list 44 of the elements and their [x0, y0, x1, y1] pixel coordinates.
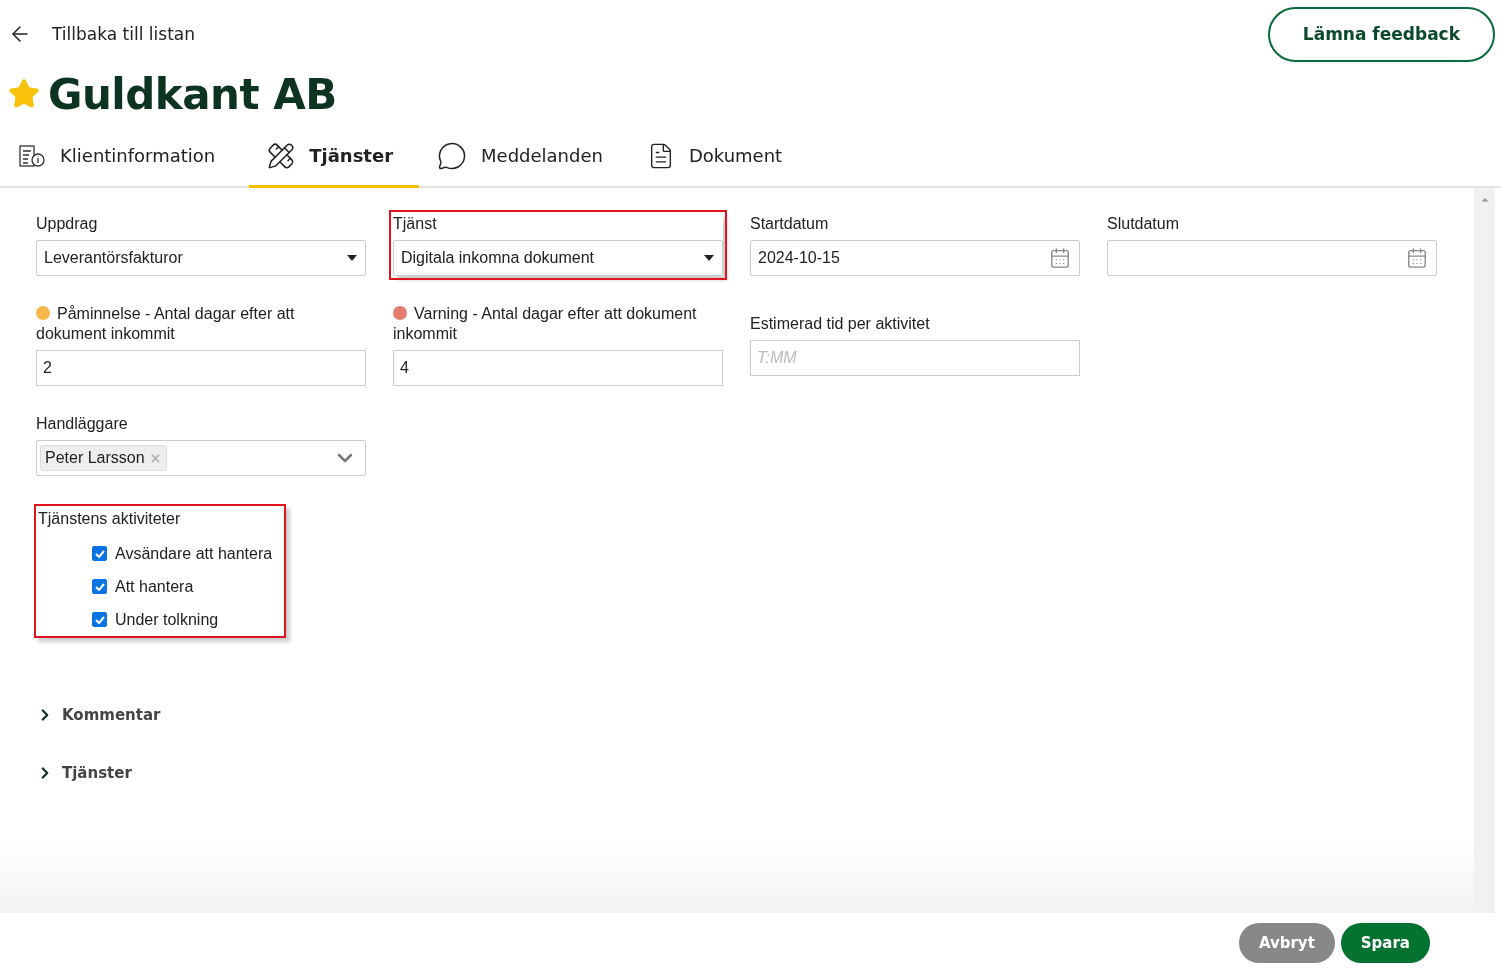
field-label: Påminnelse - Antal dagar efter att dokument inkommit: [36, 304, 296, 344]
calendar-icon: [1049, 247, 1071, 269]
input-field[interactable]: 4: [393, 350, 723, 386]
save-button[interactable]: Spara: [1340, 923, 1430, 963]
field-label: Handläggare: [36, 414, 129, 434]
select-field[interactable]: Digitala inkomna dokument: [393, 240, 723, 276]
calendar-icon: [1406, 247, 1428, 269]
tab[interactable]: Meddelanden: [427, 126, 629, 188]
pencil-ruler-icon: [267, 141, 296, 170]
list-info-icon: [18, 143, 46, 168]
checkbox[interactable]: [92, 612, 107, 627]
collapsible-section[interactable]: Tjänster: [36, 744, 1438, 802]
field-label: Slutdatum: [1107, 214, 1181, 234]
cancel-button[interactable]: Avbryt: [1238, 923, 1335, 963]
field-label: Tjänst: [393, 214, 438, 234]
remove-icon[interactable]: [148, 451, 162, 465]
tab[interactable]: Klientinformation: [8, 126, 242, 188]
field-label: Startdatum: [750, 214, 830, 234]
star-icon[interactable]: [8, 78, 40, 110]
caret-icon: [347, 255, 357, 261]
scrollbar[interactable]: [1474, 188, 1495, 913]
field-label: Uppdrag: [36, 214, 99, 234]
page-title: Guldkant AB: [48, 69, 337, 119]
checkbox-label: Under tolkning: [115, 610, 219, 629]
field-label: Varning - Antal dagar efter att dokument inkommit: [393, 304, 698, 344]
feedback-button[interactable]: Lämna feedback: [1267, 6, 1495, 62]
field-label: Estimerad tid per aktivitet: [750, 314, 931, 334]
date-field[interactable]: [1107, 240, 1437, 276]
tab[interactable]: Dokument: [636, 126, 809, 188]
checkbox[interactable]: [92, 579, 107, 594]
person-tag: Peter Larsson: [40, 445, 167, 471]
back-link[interactable]: Tillbaka till listan: [8, 22, 195, 46]
input-field[interactable]: T:MM: [750, 340, 1080, 376]
date-field[interactable]: 2024-10-15: [750, 240, 1080, 276]
checkbox-label: Avsändare att hantera: [115, 544, 273, 563]
checkbox[interactable]: [92, 546, 107, 561]
speech-bubble-icon: [437, 140, 468, 171]
select-field[interactable]: Leverantörsfakturor: [36, 240, 366, 276]
checkbox-label: Att hantera: [115, 577, 194, 596]
input-field[interactable]: 2: [36, 350, 366, 386]
collapsible-section[interactable]: Kommentar: [36, 686, 1438, 744]
caret-icon: [704, 255, 714, 261]
multiselect-field[interactable]: Peter Larsson: [36, 440, 366, 476]
group-label: Tjänstens aktiviteter: [38, 509, 182, 529]
